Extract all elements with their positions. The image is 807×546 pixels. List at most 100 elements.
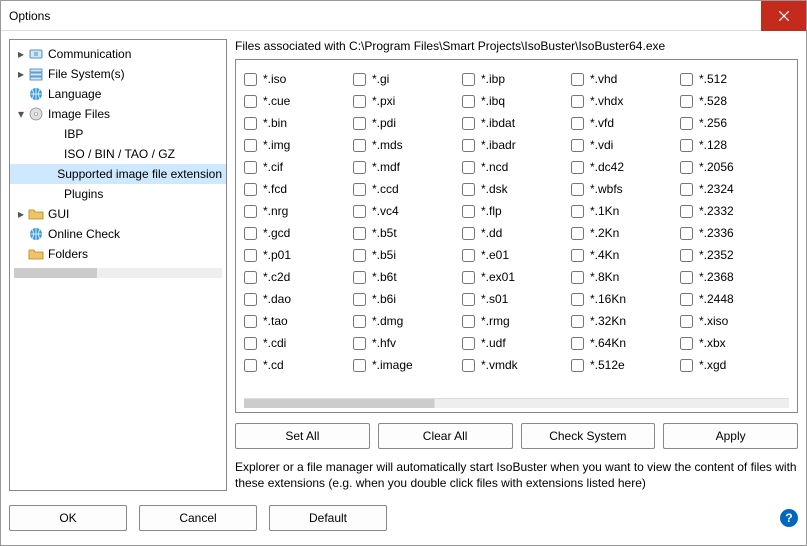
- ext-checkbox[interactable]: [244, 95, 257, 108]
- ext-item[interactable]: *.2448: [680, 288, 789, 310]
- ext-checkbox[interactable]: [353, 271, 366, 284]
- ext-item[interactable]: *.tao: [244, 310, 353, 332]
- ext-checkbox[interactable]: [680, 227, 693, 240]
- ext-checkbox[interactable]: [571, 183, 584, 196]
- ext-item[interactable]: *.8Kn: [571, 266, 680, 288]
- ext-item[interactable]: *.128: [680, 134, 789, 156]
- ext-checkbox[interactable]: [571, 139, 584, 152]
- ext-checkbox[interactable]: [571, 117, 584, 130]
- help-icon[interactable]: ?: [780, 509, 798, 527]
- ext-checkbox[interactable]: [571, 337, 584, 350]
- ext-checkbox[interactable]: [462, 73, 475, 86]
- clear-all-button[interactable]: Clear All: [378, 423, 513, 449]
- sidebar-hscroll[interactable]: [14, 268, 222, 278]
- ext-item[interactable]: *.512: [680, 68, 789, 90]
- tree-toggle-icon[interactable]: ▸: [14, 47, 28, 61]
- ext-checkbox[interactable]: [244, 337, 257, 350]
- ext-item[interactable]: *.vhdx: [571, 90, 680, 112]
- ext-item[interactable]: *.cdi: [244, 332, 353, 354]
- ext-checkbox[interactable]: [244, 271, 257, 284]
- ext-checkbox[interactable]: [680, 161, 693, 174]
- ext-checkbox[interactable]: [353, 95, 366, 108]
- ext-checkbox[interactable]: [244, 315, 257, 328]
- ext-checkbox[interactable]: [353, 359, 366, 372]
- ext-checkbox[interactable]: [244, 161, 257, 174]
- ext-item[interactable]: *.vdi: [571, 134, 680, 156]
- apply-button[interactable]: Apply: [663, 423, 798, 449]
- ext-checkbox[interactable]: [244, 359, 257, 372]
- ext-item[interactable]: *.dsk: [462, 178, 571, 200]
- ext-checkbox[interactable]: [462, 271, 475, 284]
- ext-checkbox[interactable]: [244, 139, 257, 152]
- ext-item[interactable]: *.cd: [244, 354, 353, 376]
- ext-item[interactable]: *.dd: [462, 222, 571, 244]
- ext-item[interactable]: *.pxi: [353, 90, 462, 112]
- ext-checkbox[interactable]: [462, 315, 475, 328]
- ext-item[interactable]: *.s01: [462, 288, 571, 310]
- ext-item[interactable]: *.c2d: [244, 266, 353, 288]
- ext-checkbox[interactable]: [462, 139, 475, 152]
- tree-item-gui[interactable]: ▸GUI: [10, 204, 226, 224]
- ext-item[interactable]: *.img: [244, 134, 353, 156]
- ext-item[interactable]: *.b5t: [353, 222, 462, 244]
- ext-item[interactable]: *.iso: [244, 68, 353, 90]
- ext-checkbox[interactable]: [680, 117, 693, 130]
- ext-checkbox[interactable]: [462, 161, 475, 174]
- set-all-button[interactable]: Set All: [235, 423, 370, 449]
- ext-item[interactable]: *.ex01: [462, 266, 571, 288]
- ext-item[interactable]: *.1Kn: [571, 200, 680, 222]
- default-button[interactable]: Default: [269, 505, 387, 531]
- ext-checkbox[interactable]: [462, 293, 475, 306]
- ext-item[interactable]: *.vhd: [571, 68, 680, 90]
- ext-checkbox[interactable]: [244, 293, 257, 306]
- ext-item[interactable]: *.64Kn: [571, 332, 680, 354]
- ext-item[interactable]: *.mds: [353, 134, 462, 156]
- ext-checkbox[interactable]: [353, 183, 366, 196]
- ext-checkbox[interactable]: [571, 271, 584, 284]
- ext-item[interactable]: *.ibq: [462, 90, 571, 112]
- ext-item[interactable]: *.xgd: [680, 354, 789, 376]
- ext-checkbox[interactable]: [353, 161, 366, 174]
- ext-checkbox[interactable]: [680, 359, 693, 372]
- ext-item[interactable]: *.wbfs: [571, 178, 680, 200]
- ext-item[interactable]: *.ccd: [353, 178, 462, 200]
- ext-checkbox[interactable]: [353, 73, 366, 86]
- ext-item[interactable]: *.2332: [680, 200, 789, 222]
- ext-item[interactable]: *.dmg: [353, 310, 462, 332]
- ext-checkbox[interactable]: [680, 95, 693, 108]
- ext-checkbox[interactable]: [680, 73, 693, 86]
- ext-item[interactable]: *.512e: [571, 354, 680, 376]
- ext-item[interactable]: *.flp: [462, 200, 571, 222]
- tree-item-plugins[interactable]: Plugins: [10, 184, 226, 204]
- tree-item-iso-bin-tao-gz[interactable]: ISO / BIN / TAO / GZ: [10, 144, 226, 164]
- tree-item-folders[interactable]: Folders: [10, 244, 226, 264]
- ext-checkbox[interactable]: [353, 337, 366, 350]
- ext-item[interactable]: *.32Kn: [571, 310, 680, 332]
- ext-item[interactable]: *.cue: [244, 90, 353, 112]
- ext-item[interactable]: *.2352: [680, 244, 789, 266]
- ext-checkbox[interactable]: [680, 293, 693, 306]
- tree-item-communication[interactable]: ▸Communication: [10, 44, 226, 64]
- tree-toggle-icon[interactable]: ▸: [14, 207, 28, 221]
- ext-checkbox[interactable]: [571, 359, 584, 372]
- extensions-hscroll[interactable]: [244, 398, 789, 408]
- ext-item[interactable]: *.dc42: [571, 156, 680, 178]
- ext-item[interactable]: *.2Kn: [571, 222, 680, 244]
- ext-item[interactable]: *.image: [353, 354, 462, 376]
- ext-checkbox[interactable]: [571, 95, 584, 108]
- ext-checkbox[interactable]: [244, 249, 257, 262]
- ext-item[interactable]: *.2324: [680, 178, 789, 200]
- ext-checkbox[interactable]: [571, 227, 584, 240]
- ext-item[interactable]: *.gcd: [244, 222, 353, 244]
- ext-checkbox[interactable]: [680, 337, 693, 350]
- ext-item[interactable]: *.16Kn: [571, 288, 680, 310]
- ext-checkbox[interactable]: [353, 227, 366, 240]
- close-button[interactable]: [761, 1, 806, 31]
- ext-item[interactable]: *.b6i: [353, 288, 462, 310]
- tree-toggle-icon[interactable]: ▸: [14, 67, 28, 81]
- ok-button[interactable]: OK: [9, 505, 127, 531]
- ext-checkbox[interactable]: [571, 315, 584, 328]
- tree-item-supported-image-file-extension[interactable]: Supported image file extension: [10, 164, 226, 184]
- ext-item[interactable]: *.cif: [244, 156, 353, 178]
- tree-item-image-files[interactable]: ▾Image Files: [10, 104, 226, 124]
